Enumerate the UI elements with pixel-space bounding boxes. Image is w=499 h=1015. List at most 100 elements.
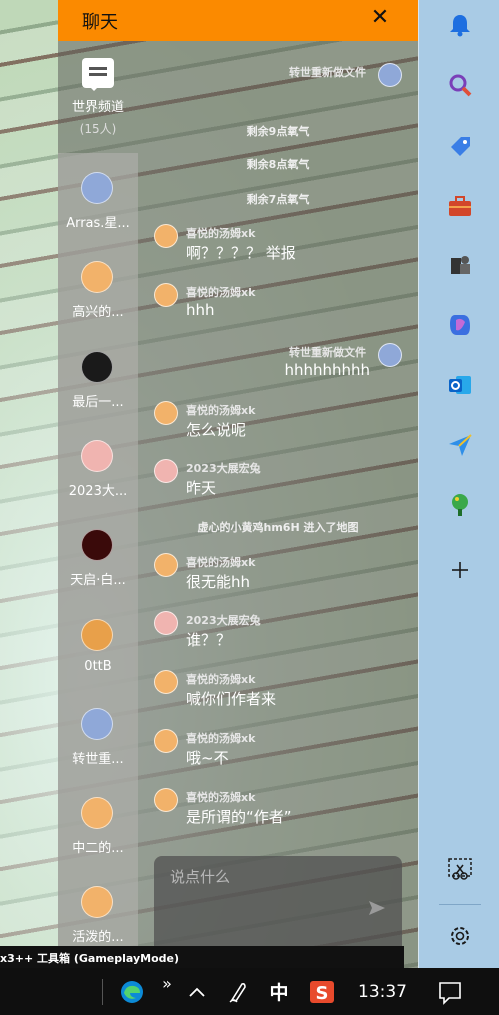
channel-item[interactable]: 转世重... [58, 694, 138, 783]
taskbar: » 中 S 13:37 [0, 968, 499, 1015]
sender-name: 2023大展宏兔 [186, 462, 261, 475]
add-icon[interactable] [447, 557, 473, 583]
channel-label: 高兴的... [72, 305, 124, 321]
close-button[interactable]: ✕ [368, 5, 392, 33]
channel-label: 中二的... [72, 841, 124, 857]
avatar [81, 707, 113, 740]
message-row: 喜悦的汤姆xk 是所谓的“作者” [138, 788, 418, 832]
search-icon[interactable] [447, 72, 473, 98]
message-text: 昨天 [186, 479, 217, 497]
message-text: 哦~不 [186, 749, 229, 767]
outlook-icon[interactable] [447, 372, 473, 398]
svg-text:S: S [316, 983, 329, 1004]
avatar [81, 261, 113, 294]
taskbar-divider [102, 979, 103, 1005]
avatar [81, 529, 113, 562]
world-channel-item[interactable]: 世界频道 (15人) [58, 41, 138, 153]
message-text: 怎么说呢 [186, 421, 247, 439]
copilot-icon[interactable] [447, 312, 473, 338]
message-row: 喜悦的汤姆xk 啊？？？？ 举报 [138, 224, 418, 268]
message-row: 喜悦的汤姆xk 哦~不 [138, 729, 418, 773]
channel-item[interactable]: 2023大... [58, 426, 138, 515]
channel-item[interactable]: 天启·白... [58, 515, 138, 604]
avatar [81, 797, 113, 830]
message-row: 转世重新做文件 [138, 63, 418, 107]
message-text: 是所谓的“作者” [186, 808, 292, 826]
sender-name: 转世重新做文件 [289, 346, 366, 359]
edge-icon[interactable] [118, 978, 146, 1006]
avatar [81, 618, 113, 651]
channel-label: 最后一... [72, 394, 124, 410]
avatar [81, 439, 113, 472]
chess-icon[interactable] [447, 252, 473, 278]
sender-name: 喜悦的汤姆xk [186, 732, 256, 745]
chat-title: 聊天 [82, 12, 118, 33]
world-channel-label: 世界频道 [71, 100, 124, 115]
avatar[interactable] [154, 670, 178, 694]
avatar[interactable] [154, 283, 178, 307]
sender-name: 喜悦的汤姆xk [186, 404, 256, 417]
channel-item[interactable]: 最后一... [58, 337, 138, 426]
avatar [81, 172, 113, 204]
settings-icon[interactable] [447, 923, 473, 949]
message-row: 喜悦的汤姆xk hhh [138, 283, 418, 327]
ime-indicator[interactable]: 中 [266, 978, 292, 1006]
message-text: hhhhhhhhh [284, 361, 370, 379]
notification-center-icon[interactable] [436, 978, 464, 1006]
avatar[interactable] [154, 788, 178, 812]
world-channel-count: (15人) [79, 122, 117, 136]
chat-header: 聊天 ✕ [58, 0, 418, 41]
channel-label: 天启·白... [70, 573, 126, 589]
sender-name: 喜悦的汤姆xk [186, 556, 256, 569]
avatar [81, 886, 113, 919]
channel-item[interactable]: 中二的... [58, 783, 138, 872]
avatar[interactable] [154, 611, 178, 635]
pen-icon[interactable] [226, 978, 250, 1006]
message-text: 啊？？？？ 举报 [186, 244, 296, 262]
send-icon[interactable] [368, 900, 386, 916]
message-row: 转世重新做文件 hhhhhhhhh [138, 343, 418, 387]
tag-icon[interactable] [447, 133, 473, 159]
channel-label: 活泼的... [72, 930, 124, 946]
system-message: 剩余9点氧气 [246, 125, 310, 138]
message-list: 转世重新做文件 剩余9点氧气 剩余8点氧气 剩余7点氧气 喜悦的汤姆xk 啊？？？？ 举报… [138, 41, 418, 851]
channel-label: Arras.星... [66, 216, 130, 231]
system-message: 虚心的小黄鸡hm6H 进入了地图 [197, 521, 359, 534]
channel-item[interactable]: 0ttB [58, 605, 138, 694]
channel-list: Arras.星... 高兴的... 最后一... 2023大... 天启·白... 0tt… [58, 153, 138, 968]
channel-item[interactable]: Arras.星... [58, 158, 138, 247]
message-row: 喜悦的汤姆xk 喊你们作者来 [138, 670, 418, 714]
sender-name: 喜悦的汤姆xk [186, 791, 256, 804]
sender-name: 2023大展宏兔 [186, 614, 261, 627]
sogou-icon[interactable]: S [308, 978, 336, 1006]
avatar[interactable] [154, 401, 178, 425]
active-window-title: x3++ 工具箱 (GameplayMode) [0, 946, 404, 968]
sender-name: 喜悦的汤姆xk [186, 673, 256, 686]
avatar[interactable] [154, 224, 178, 248]
chat-input[interactable] [170, 866, 360, 888]
message-row: 喜悦的汤姆xk 怎么说呢 [138, 401, 418, 445]
bell-icon[interactable] [447, 12, 473, 38]
chevron-up-icon[interactable] [186, 978, 208, 1006]
avatar[interactable] [154, 459, 178, 483]
avatar[interactable] [378, 343, 402, 367]
avatar[interactable] [154, 729, 178, 753]
avatar [81, 350, 113, 383]
overflow-chevron[interactable]: » [158, 974, 176, 1002]
snip-icon[interactable] [447, 856, 473, 882]
channel-item[interactable]: 高兴的... [58, 247, 138, 336]
message-row: 2023大展宏兔昨天 [138, 459, 418, 503]
channel-label: 2023大... [68, 483, 128, 499]
avatar[interactable] [154, 553, 178, 577]
paper-plane-icon[interactable] [447, 432, 473, 458]
message-row: 2023大展宏兔谁？？ [138, 611, 418, 655]
tree-icon[interactable] [447, 492, 473, 518]
channel-label: 0ttB [84, 658, 112, 674]
system-message: 剩余7点氧气 [246, 193, 310, 206]
toolbox-icon[interactable] [447, 193, 473, 219]
avatar[interactable] [378, 63, 402, 87]
sender-name: 喜悦的汤姆xk [186, 286, 256, 299]
windows-sidebar [418, 0, 499, 968]
chat-panel: 聊天 ✕ 世界频道 (15人) Arras.星... 高兴的... 最后一... 20… [58, 0, 418, 968]
message-text: 谁？？ [186, 631, 232, 649]
